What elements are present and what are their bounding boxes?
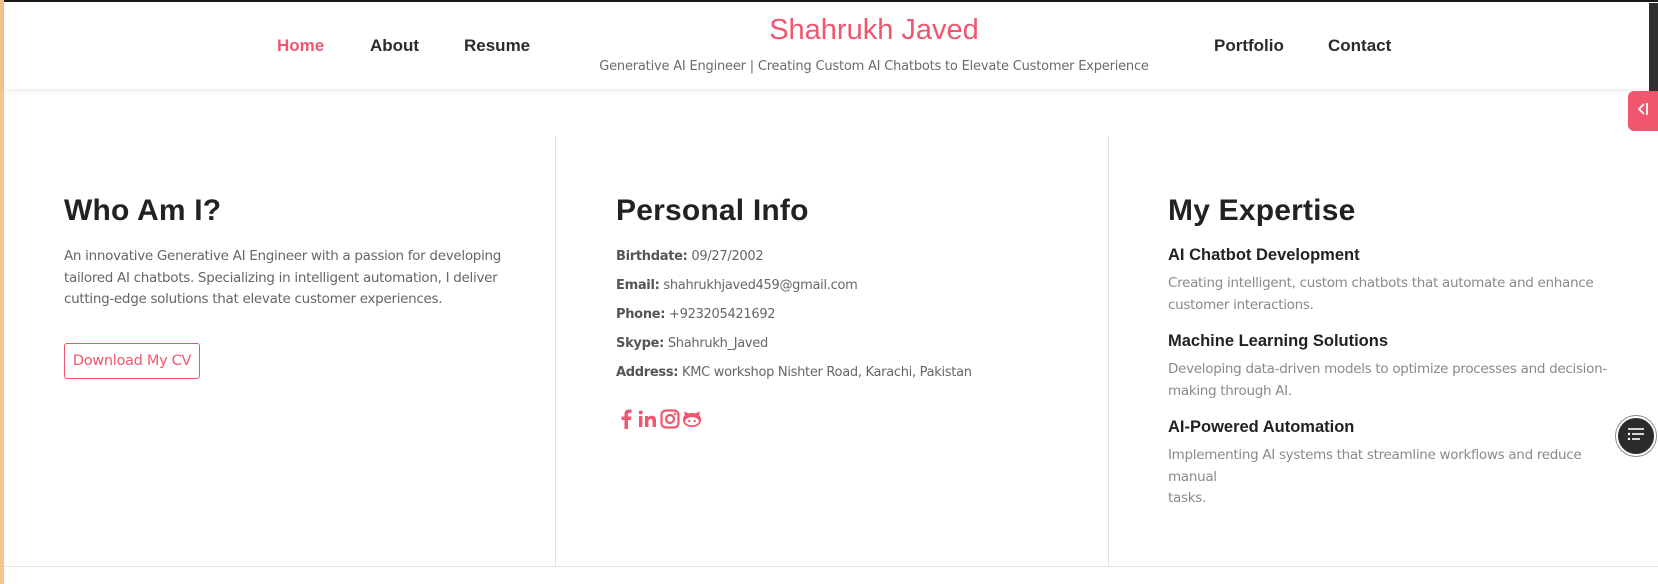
brand-name[interactable]: Shahrukh Javed	[4, 14, 1658, 47]
personal-info-section: Personal Info	[616, 194, 809, 228]
about-section: Who Am I?	[64, 194, 221, 228]
column-divider	[1108, 136, 1109, 567]
expertise-line: tasks.	[1168, 490, 1206, 506]
about-line: tailored AI chatbots. Specializing in in…	[64, 269, 498, 286]
github-icon[interactable]	[682, 408, 702, 430]
info-label: Address:	[616, 365, 679, 380]
about-title: Who Am I?	[64, 194, 222, 227]
expertise-title: My Expertise	[1168, 194, 1356, 227]
expertise-description: Creating intelligent, custom chatbots th…	[1168, 273, 1608, 316]
info-birthdate: Birthdate: 09/27/2002	[616, 249, 764, 264]
about-line: An innovative Generative AI Engineer wit…	[64, 248, 502, 264]
expertise-section: My Expertise	[1168, 194, 1355, 228]
side-panel-toggle[interactable]	[1628, 91, 1658, 131]
section-bottom-border	[4, 566, 1658, 567]
info-label: Email:	[616, 278, 660, 293]
arrow-collapse-icon	[1637, 102, 1649, 121]
site-header: Home About Resume Shahrukh Javed Generat…	[4, 2, 1658, 89]
brand-tagline: Generative AI Engineer | Creating Custom…	[599, 59, 1149, 74]
info-value: Shahrukh_Javed	[667, 336, 768, 351]
instagram-icon[interactable]	[660, 408, 680, 430]
about-line: cutting-edge solutions that elevate cust…	[64, 291, 443, 307]
nav-contact[interactable]: Contact	[1328, 36, 1391, 56]
nav-portfolio[interactable]: Portfolio	[1214, 36, 1284, 56]
info-address: Address: KMC workshop Nishter Road, Kara…	[616, 365, 972, 380]
linkedin-icon[interactable]	[638, 408, 658, 430]
info-label: Phone:	[616, 307, 666, 322]
list-menu-icon	[1627, 427, 1645, 446]
expertise-line: customer interactions.	[1168, 296, 1314, 313]
download-cv-button[interactable]: Download My CV	[64, 343, 200, 379]
info-value[interactable]: shahrukhjaved459@gmail.com	[663, 278, 857, 293]
info-value: +923205421692	[669, 307, 776, 322]
expertise-description: Implementing AI systems that streamline …	[1168, 445, 1608, 510]
expertise-description: Developing data-driven models to optimiz…	[1168, 359, 1608, 402]
floating-menu-button[interactable]	[1616, 416, 1656, 456]
expertise-line: Creating intelligent, custom chatbots th…	[1168, 275, 1594, 291]
info-value: 09/27/2002	[691, 249, 764, 264]
info-value: KMC workshop Nishter Road, Karachi, Paki…	[682, 365, 972, 380]
info-phone: Phone: +923205421692	[616, 307, 776, 322]
corner-panel	[1649, 3, 1658, 95]
expertise-heading: AI-Powered Automation	[1168, 418, 1355, 436]
column-divider	[555, 136, 556, 567]
social-links	[616, 408, 702, 430]
expertise-heading: AI Chatbot Development	[1168, 246, 1360, 264]
expertise-line: Developing data-driven models to optimiz…	[1168, 361, 1607, 377]
expertise-line: Implementing AI systems that streamline …	[1168, 447, 1582, 485]
info-email: Email: shahrukhjaved459@gmail.com	[616, 278, 858, 293]
info-label: Skype:	[616, 336, 665, 351]
expertise-heading: Machine Learning Solutions	[1168, 332, 1389, 350]
expertise-line: making through AI.	[1168, 382, 1292, 399]
info-skype: Skype: Shahrukh_Javed	[616, 336, 768, 351]
info-label: Birthdate:	[616, 249, 688, 264]
about-text: An innovative Generative AI Engineer wit…	[64, 246, 524, 311]
personal-info-title: Personal Info	[616, 194, 809, 227]
facebook-icon[interactable]	[616, 408, 636, 430]
